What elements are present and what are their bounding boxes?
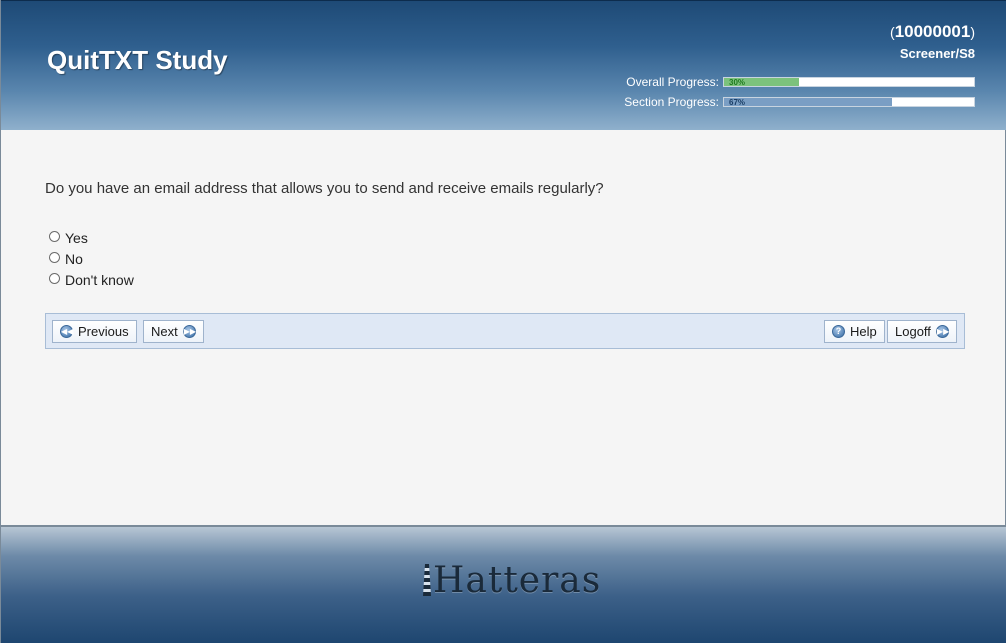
brand-logo: Hatteras — [423, 560, 601, 601]
radio-button[interactable] — [49, 251, 60, 263]
question-text: Do you have an email address that allows… — [45, 180, 604, 197]
overall-progress-percent: 30% — [729, 78, 746, 87]
section-progress-percent: 67% — [729, 98, 746, 107]
lighthouse-icon — [423, 564, 431, 596]
option-no[interactable]: No — [49, 248, 134, 269]
header-banner: QuitTXT Study (10000001) Screener/S8 Ove… — [1, 0, 1006, 130]
section-progress-bar: 67% — [723, 97, 975, 107]
overall-progress-bar: 30% — [723, 77, 975, 87]
rewind-icon: ◀◀ — [60, 325, 74, 338]
app-title: QuitTXT Study — [47, 45, 228, 75]
help-icon: ? — [832, 325, 845, 338]
previous-button[interactable]: ◀◀ Previous — [52, 320, 137, 343]
help-button[interactable]: ? Help — [824, 320, 885, 343]
section-progress-label: Section Progress: — [624, 95, 719, 109]
previous-label: Previous — [78, 324, 129, 339]
radio-button[interactable] — [49, 230, 60, 242]
respondent-id-value: 10000001 — [894, 22, 971, 41]
logoff-label: Logoff — [895, 324, 931, 339]
radio-button[interactable] — [49, 272, 60, 284]
section-code: Screener/S8 — [899, 46, 975, 61]
section-progress-fill — [724, 98, 892, 106]
option-dont-know[interactable]: Don't know — [49, 269, 134, 290]
overall-progress-label: Overall Progress: — [626, 75, 719, 89]
logoff-button[interactable]: Logoff ▶▶ — [887, 320, 957, 343]
next-button[interactable]: Next ▶▶ — [143, 320, 204, 343]
section-progress: Section Progress: 67% — [624, 95, 975, 109]
brand-name: Hatteras — [433, 560, 602, 601]
option-label: Don't know — [65, 271, 134, 288]
option-yes[interactable]: Yes — [49, 227, 134, 248]
help-label: Help — [850, 324, 877, 339]
navigation-bar: ◀◀ Previous Next ▶▶ ? Help Logoff ▶▶ — [45, 313, 965, 349]
answer-options: Yes No Don't know — [49, 227, 134, 290]
option-label: Yes — [65, 229, 88, 246]
footer-banner: Hatteras — [1, 525, 1006, 643]
overall-progress: Overall Progress: 30% — [626, 75, 975, 89]
fast-forward-icon: ▶▶ — [935, 325, 950, 338]
respondent-id: (10000001) — [890, 22, 975, 41]
next-label: Next — [151, 324, 178, 339]
option-label: No — [65, 250, 83, 267]
fast-forward-icon: ▶▶ — [182, 325, 197, 338]
